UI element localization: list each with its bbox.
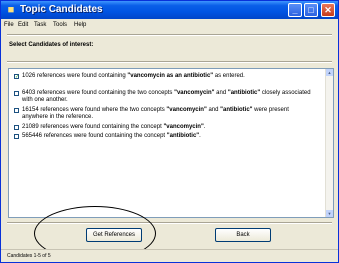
menu-task[interactable]: Task: [34, 19, 46, 31]
candidate-checkbox[interactable]: [14, 134, 19, 139]
close-icon[interactable]: ✕: [321, 3, 335, 17]
maximize-icon[interactable]: □: [304, 3, 318, 17]
candidate-checkbox[interactable]: [14, 108, 19, 113]
candidate-checkbox[interactable]: ✓: [14, 74, 19, 80]
divider: [7, 222, 332, 224]
candidate-text: 1026 references were found containing "v…: [22, 73, 245, 79]
candidate-text: 6403 references were found containing th…: [22, 90, 311, 103]
scroll-up-icon[interactable]: ▲: [326, 69, 333, 76]
menu-tools[interactable]: Tools: [53, 19, 67, 31]
menu-bar: File Edit Task Tools Help: [1, 19, 338, 31]
window-title: Topic Candidates: [20, 4, 103, 15]
folder-icon: ■: [7, 4, 15, 16]
menu-file[interactable]: File: [4, 19, 14, 31]
topic-candidates-window: ■ Topic Candidates _ □ ✕ File Edit Task …: [0, 0, 339, 263]
candidate-checkbox[interactable]: [14, 91, 19, 96]
vertical-scrollbar[interactable]: ▲ ▼: [325, 69, 333, 217]
candidates-list: ✓ 1026 references were found containing …: [8, 68, 334, 218]
candidate-checkbox[interactable]: [14, 125, 19, 130]
status-bar: Candidates 1-5 of 5: [1, 249, 338, 262]
title-bar[interactable]: ■ Topic Candidates _ □ ✕: [1, 1, 338, 19]
candidate-text: 16154 references were found where the tw…: [22, 107, 289, 120]
candidate-text: 565446 references were found containing …: [22, 133, 201, 139]
candidate-text: 21089 references were found containing t…: [22, 124, 206, 130]
divider: [7, 61, 332, 63]
back-button[interactable]: Back: [215, 228, 271, 242]
minimize-icon[interactable]: _: [288, 3, 302, 17]
instruction-label: Select Candidates of interest:: [9, 42, 94, 48]
divider: [7, 34, 332, 36]
scroll-down-icon[interactable]: ▼: [326, 210, 333, 217]
menu-help[interactable]: Help: [74, 19, 86, 31]
status-text: Candidates 1-5 of 5: [7, 253, 51, 259]
get-references-button[interactable]: Get References: [86, 228, 142, 242]
menu-edit[interactable]: Edit: [18, 19, 28, 31]
